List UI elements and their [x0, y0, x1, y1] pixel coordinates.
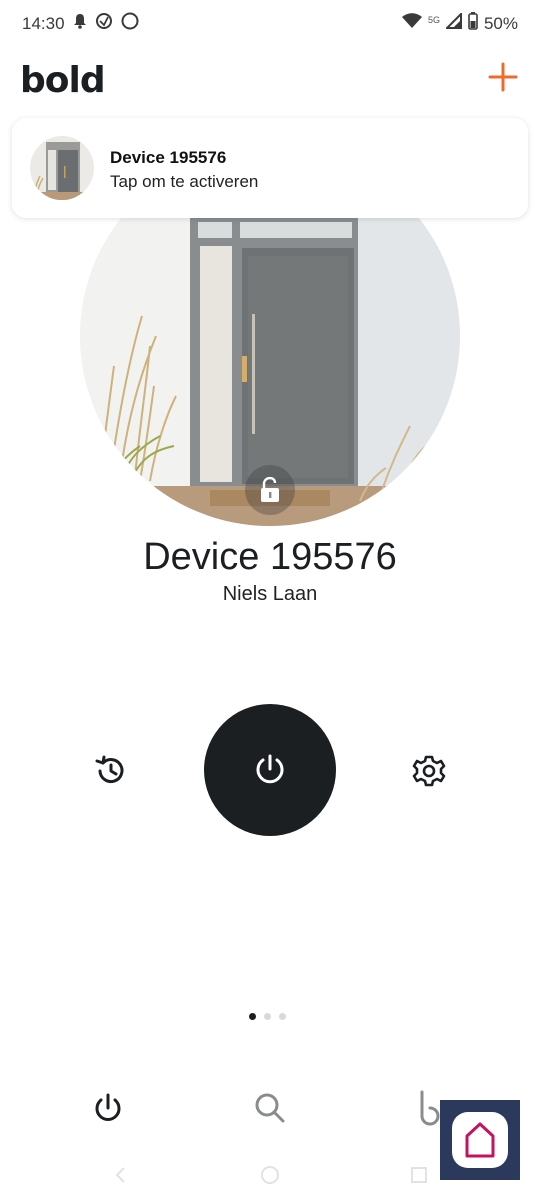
battery-level: 50%: [483, 13, 518, 33]
back-icon: [115, 1167, 125, 1183]
signal-icon: [444, 11, 462, 34]
status-bar: 14:30 5G 50%: [0, 0, 540, 46]
settings-button[interactable]: [410, 752, 448, 790]
device-location: Niels Laan: [222, 583, 318, 605]
sync-icon: [95, 12, 113, 35]
recents-button[interactable]: [404, 1160, 434, 1190]
nav-power[interactable]: [88, 1088, 128, 1128]
network-type: 5G: [427, 14, 440, 25]
status-left: 14:30: [22, 12, 139, 35]
page-indicator: [249, 1013, 286, 1020]
wifi-icon: [401, 13, 422, 34]
device-name: Device 195576: [143, 536, 397, 578]
device-thumbnail: [30, 136, 94, 200]
card-title: Device 195576: [110, 148, 227, 167]
device-activation-card[interactable]: Device 195576 Tap om te activeren: [12, 118, 528, 218]
history-icon: [95, 755, 124, 784]
card-subtitle: Tap om te activeren: [110, 172, 259, 191]
bell-icon: [73, 13, 87, 34]
circle-status-icon: [121, 12, 139, 35]
overlay-app-badge[interactable]: [440, 1100, 520, 1180]
status-time: 14:30: [22, 13, 65, 33]
house-icon: [465, 1122, 495, 1158]
bold-logo: bold: [20, 60, 106, 101]
power-icon: [256, 754, 284, 784]
page-dot: [279, 1013, 286, 1020]
status-right: 5G 50%: [401, 11, 518, 35]
battery-icon: [468, 12, 478, 35]
nav-search[interactable]: [250, 1088, 290, 1128]
back-button[interactable]: [106, 1160, 136, 1190]
home-icon: [261, 1166, 279, 1184]
app-badge-inner: [452, 1112, 508, 1168]
search-icon: [255, 1093, 285, 1123]
power-icon: [95, 1093, 121, 1121]
power-activate-button[interactable]: [204, 704, 336, 836]
page-dot: [264, 1013, 271, 1020]
add-device-button[interactable]: [488, 62, 518, 92]
home-button[interactable]: [255, 1160, 285, 1190]
history-button[interactable]: [92, 752, 130, 790]
unlocked-lock-icon: [261, 477, 279, 502]
recents-icon: [411, 1167, 427, 1183]
page-dot-active: [249, 1013, 256, 1020]
app-header: bold: [0, 56, 540, 112]
unlocked-lock-button[interactable]: [245, 465, 295, 515]
plus-icon: [488, 62, 518, 92]
gear-icon: [412, 755, 446, 787]
